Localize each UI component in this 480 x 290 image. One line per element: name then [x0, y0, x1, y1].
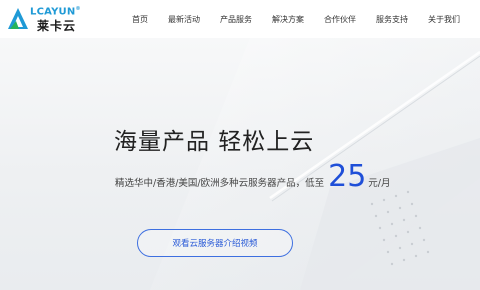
nav-item-support[interactable]: 服务支持: [376, 14, 408, 25]
hero-price: 25: [328, 159, 367, 194]
hero-banner: 海量产品 轻松上云 精选华中/香港/美国/欧洲多种云服务器产品，低至 25 元/…: [0, 38, 480, 290]
brand-logo[interactable]: LCAYUN® 莱卡云: [7, 5, 97, 35]
site-header: LCAYUN® 莱卡云 首页 最新活动 产品服务 解决方案 合作伙伴 服务支持 …: [0, 0, 480, 38]
nav-item-about[interactable]: 关于我们: [428, 14, 460, 25]
hero-subtitle-row: 精选华中/香港/美国/欧洲多种云服务器产品，低至 25 元/月: [115, 162, 391, 198]
logo-mark-icon: [8, 8, 28, 29]
nav-item-products[interactable]: 产品服务: [220, 14, 252, 25]
nav-item-partners[interactable]: 合作伙伴: [324, 14, 356, 25]
nav-item-latest-events[interactable]: 最新活动: [168, 14, 200, 25]
hero-price-unit: 元/月: [368, 178, 391, 189]
hero-subtitle: 精选华中/香港/美国/欧洲多种云服务器产品，低至: [115, 178, 325, 189]
main-nav: 首页 最新活动 产品服务 解决方案 合作伙伴 服务支持 关于我们: [126, 0, 460, 38]
hero-title: 海量产品 轻松上云: [114, 129, 315, 155]
nav-item-home[interactable]: 首页: [132, 14, 148, 25]
nav-item-solutions[interactable]: 解决方案: [272, 14, 304, 25]
watch-video-button[interactable]: 观看云服务器介绍视频: [137, 229, 293, 257]
logo-chinese-name: 莱卡云: [37, 19, 77, 33]
logo-wordmark: LCAYUN®: [30, 6, 81, 18]
